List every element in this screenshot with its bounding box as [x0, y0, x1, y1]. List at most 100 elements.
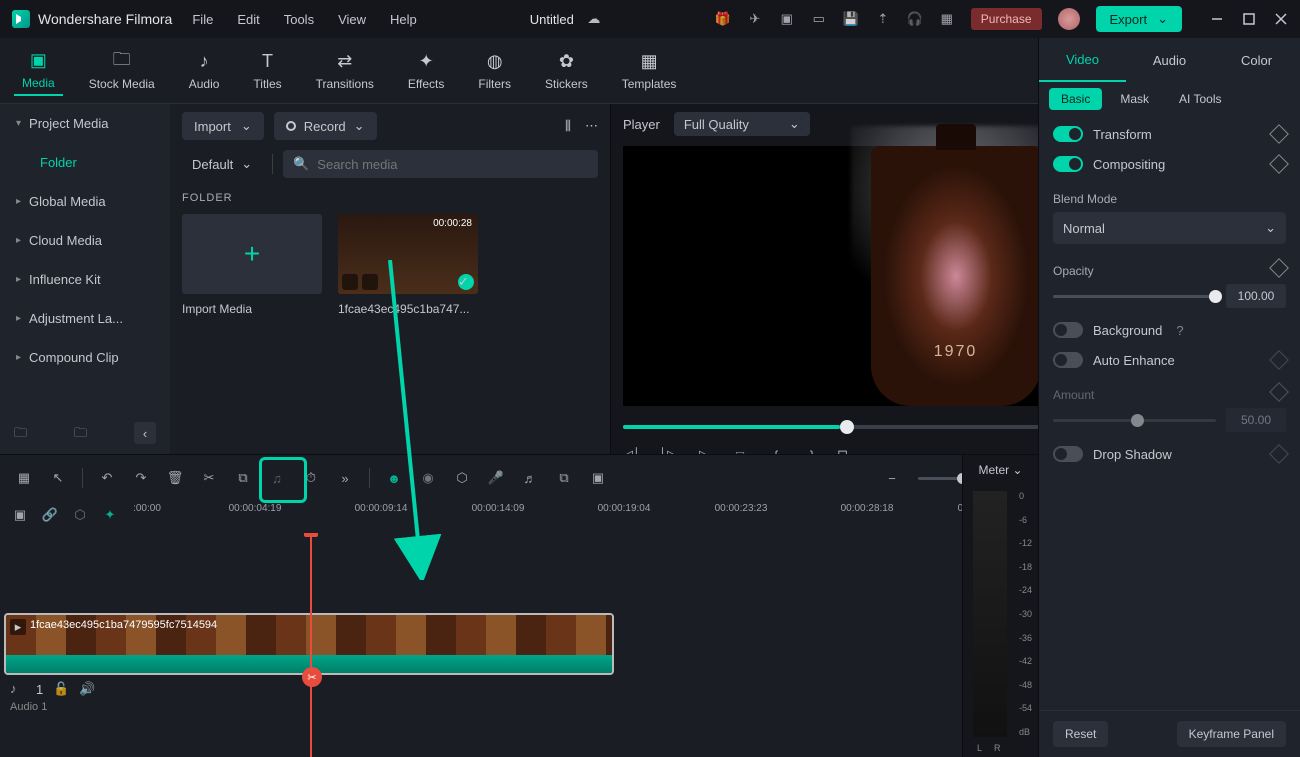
- mic-icon[interactable]: 🎤: [486, 468, 506, 488]
- tab-video[interactable]: Video: [1039, 38, 1126, 82]
- cloud-upload-icon[interactable]: ⇡: [875, 11, 891, 27]
- menu-view[interactable]: View: [338, 12, 366, 27]
- subtab-ai-tools[interactable]: AI Tools: [1167, 88, 1233, 110]
- new-folder-icon[interactable]: 🗀: [14, 424, 32, 442]
- redo-icon[interactable]: ↷: [131, 468, 151, 488]
- purchase-button[interactable]: Purchase: [971, 8, 1042, 30]
- tab-stickers[interactable]: ✿Stickers: [537, 47, 596, 95]
- ai-icon[interactable]: ☻: [384, 468, 404, 488]
- tab-filters[interactable]: ◍Filters: [470, 47, 519, 95]
- snap-icon[interactable]: ✦: [100, 505, 120, 525]
- keyframe-icon[interactable]: [1269, 350, 1289, 370]
- sidebar-item-cloud-media[interactable]: ▸Cloud Media: [0, 221, 170, 260]
- subtab-basic[interactable]: Basic: [1049, 88, 1102, 110]
- screen-record-icon[interactable]: ▣: [779, 11, 795, 27]
- sidebar-item-compound-clip[interactable]: ▸Compound Clip: [0, 338, 170, 377]
- timeline-tracks[interactable]: 📹1🔓🔊👁 Video 1 ♪1🔓🔊 Audio 1 ▸ 1fcae43ec49…: [0, 533, 1038, 757]
- background-section[interactable]: Background ?: [1053, 322, 1286, 338]
- keyframe-icon[interactable]: [1269, 124, 1289, 144]
- drop-shadow-toggle[interactable]: [1053, 446, 1083, 462]
- magnetic-icon[interactable]: ⬡: [70, 505, 90, 525]
- send-icon[interactable]: ✈: [747, 11, 763, 27]
- menu-edit[interactable]: Edit: [237, 12, 259, 27]
- track-options-icon[interactable]: ▣: [10, 505, 30, 525]
- search-box[interactable]: 🔍: [283, 150, 598, 178]
- close-icon[interactable]: [1274, 12, 1288, 26]
- more-tools-icon[interactable]: »: [335, 468, 355, 488]
- blend-mode-select[interactable]: Normal⌄: [1053, 212, 1286, 244]
- auto-enhance-section[interactable]: Auto Enhance: [1053, 352, 1286, 368]
- tab-media[interactable]: ▣Media: [14, 46, 63, 96]
- tab-titles[interactable]: TTitles: [245, 47, 289, 95]
- headphones-icon[interactable]: 🎧: [907, 11, 923, 27]
- import-media-card[interactable]: + Import Media: [182, 214, 322, 316]
- tab-templates[interactable]: ▦Templates: [614, 47, 685, 95]
- group-icon[interactable]: ⧉: [554, 468, 574, 488]
- undo-icon[interactable]: ↶: [97, 468, 117, 488]
- cursor-icon[interactable]: ↖: [48, 468, 68, 488]
- import-button[interactable]: Import⌄: [182, 112, 264, 140]
- maximize-icon[interactable]: [1242, 12, 1256, 26]
- timeline-clip[interactable]: ▸ 1fcae43ec495c1ba7479595fc7514594: [4, 613, 614, 675]
- media-clip-card[interactable]: 00:00:28 ✓ 1fcae43ec495c1ba747...: [338, 214, 478, 316]
- gift-icon[interactable]: 🎁: [715, 11, 731, 27]
- sidebar-item-adjustment-layer[interactable]: ▸Adjustment La...: [0, 299, 170, 338]
- compositing-toggle[interactable]: [1053, 156, 1083, 172]
- tab-effects[interactable]: ✦Effects: [400, 47, 452, 95]
- timeline-ruler[interactable]: ▣ 🔗 ⬡ ✦ :00:00 00:00:04:19 00:00:09:14 0…: [0, 501, 1038, 533]
- playhead[interactable]: [310, 533, 312, 757]
- sidebar-item-influence-kit[interactable]: ▸Influence Kit: [0, 260, 170, 299]
- layout-icon[interactable]: ▦: [14, 468, 34, 488]
- opacity-value[interactable]: 100.00: [1226, 284, 1286, 308]
- marker-icon[interactable]: ⬡: [452, 468, 472, 488]
- transform-section[interactable]: Transform: [1053, 126, 1286, 142]
- tab-audio[interactable]: ♪Audio: [181, 47, 228, 95]
- meter-label[interactable]: Meter ⌄: [963, 455, 1038, 485]
- drop-shadow-section[interactable]: Drop Shadow: [1053, 446, 1286, 462]
- compositing-section[interactable]: Compositing: [1053, 156, 1286, 172]
- audio-mixer-icon[interactable]: ♬: [520, 468, 540, 488]
- color-tag-icon[interactable]: ◉: [418, 468, 438, 488]
- sidebar-item-project-media[interactable]: ▾Project Media: [0, 104, 170, 143]
- tab-color[interactable]: Color: [1213, 38, 1300, 82]
- transform-toggle[interactable]: [1053, 126, 1083, 142]
- user-avatar[interactable]: [1058, 8, 1080, 30]
- opacity-slider[interactable]: [1053, 295, 1216, 298]
- search-input[interactable]: [317, 157, 588, 172]
- seek-bar[interactable]: [623, 425, 1057, 429]
- quality-selector[interactable]: Full Quality⌄: [674, 112, 810, 136]
- zoom-out-icon[interactable]: −: [882, 468, 902, 488]
- menu-tools[interactable]: Tools: [284, 12, 314, 27]
- keyframe-icon[interactable]: [1269, 444, 1289, 464]
- new-bin-icon[interactable]: 🗀: [74, 424, 92, 442]
- cloud-sync-icon[interactable]: ☁: [586, 11, 602, 27]
- render-icon[interactable]: ▣: [588, 468, 608, 488]
- help-icon[interactable]: ?: [1176, 323, 1183, 338]
- audio-track-header[interactable]: ♪1🔓🔊 Audio 1: [10, 681, 95, 713]
- filter-icon[interactable]: ⫼: [565, 118, 571, 134]
- menu-file[interactable]: File: [192, 12, 213, 27]
- split-icon[interactable]: ✂: [199, 468, 219, 488]
- crop-icon[interactable]: ⧉: [233, 468, 253, 488]
- link-icon[interactable]: 🔗: [40, 505, 60, 525]
- collapse-sidebar-button[interactable]: ‹: [134, 422, 156, 444]
- sidebar-item-global-media[interactable]: ▸Global Media: [0, 182, 170, 221]
- more-icon[interactable]: ⋯: [585, 118, 598, 134]
- sidebar-item-folder[interactable]: Folder: [0, 143, 170, 182]
- reset-button[interactable]: Reset: [1053, 721, 1108, 747]
- subtab-mask[interactable]: Mask: [1108, 88, 1161, 110]
- split-marker-icon[interactable]: ✂: [302, 667, 322, 687]
- keyframe-icon[interactable]: [1269, 154, 1289, 174]
- keyframe-panel-button[interactable]: Keyframe Panel: [1177, 721, 1286, 747]
- minimize-icon[interactable]: [1210, 12, 1224, 26]
- tab-audio[interactable]: Audio: [1126, 38, 1213, 82]
- mute-icon[interactable]: 🔊: [79, 681, 95, 697]
- sort-button[interactable]: Default⌄: [182, 150, 262, 178]
- auto-enhance-toggle[interactable]: [1053, 352, 1083, 368]
- background-toggle[interactable]: [1053, 322, 1083, 338]
- speed-icon[interactable]: ⏱: [301, 468, 321, 488]
- audio-detach-icon[interactable]: ♫: [267, 468, 287, 488]
- save-icon[interactable]: 💾: [843, 11, 859, 27]
- export-button[interactable]: Export⌄: [1096, 6, 1182, 32]
- menu-help[interactable]: Help: [390, 12, 417, 27]
